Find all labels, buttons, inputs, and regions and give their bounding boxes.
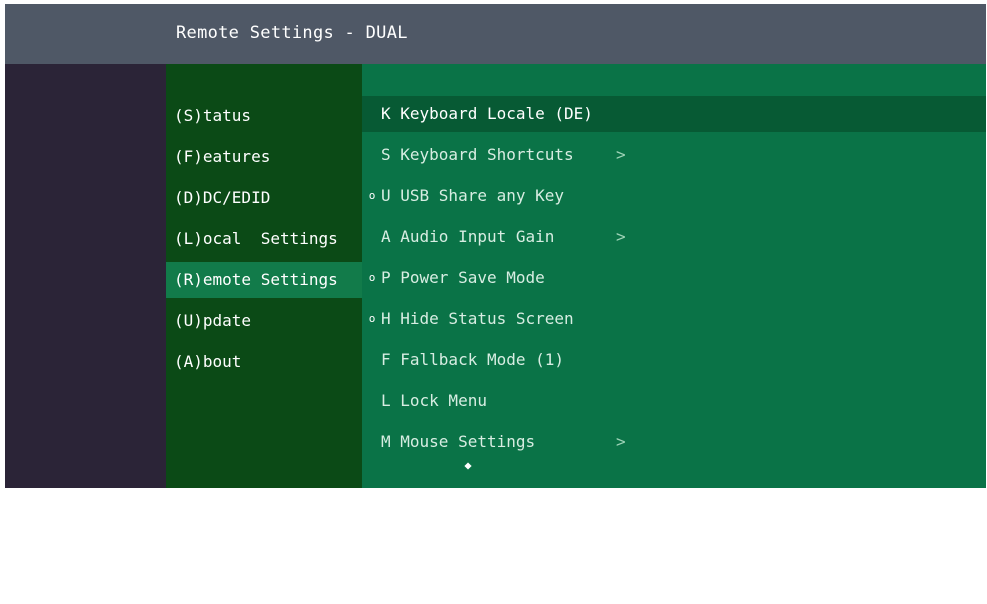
scroll-down-indicator-icon[interactable]: ⯁ <box>462 462 474 476</box>
main-navigation: (S)tatus (F)eatures (D)DC/EDID (L)ocal S… <box>166 64 362 488</box>
chevron-right-icon: > <box>616 432 626 451</box>
menu-item-mouse-settings[interactable]: M Mouse Settings > <box>362 424 986 460</box>
menu-item-audio-input-gain[interactable]: A Audio Input Gain > <box>362 219 986 255</box>
chevron-right-icon: > <box>616 227 626 246</box>
menu-item-label: U USB Share any Key <box>381 186 565 205</box>
menu-item-usb-share-any-key[interactable]: o U USB Share any Key <box>362 178 986 214</box>
nav-item-features[interactable]: (F)eatures <box>166 139 362 175</box>
title-bar: Remote Settings - DUAL <box>5 4 986 64</box>
remote-settings-menu: K Keyboard Locale (DE) S Keyboard Shortc… <box>362 64 986 488</box>
nav-item-about[interactable]: (A)bout <box>166 344 362 380</box>
menu-item-label: K Keyboard Locale (DE) <box>381 104 593 123</box>
menu-item-keyboard-shortcuts[interactable]: S Keyboard Shortcuts > <box>362 137 986 173</box>
circle-bullet-icon: o <box>368 189 376 202</box>
circle-bullet-icon: o <box>368 271 376 284</box>
menu-item-lock-menu[interactable]: L Lock Menu <box>362 383 986 419</box>
circle-bullet-icon: o <box>368 312 376 325</box>
menu-item-label: H Hide Status Screen <box>381 309 574 328</box>
remote-settings-screen: Remote Settings - DUAL (S)tatus (F)eatur… <box>0 0 987 490</box>
menu-item-label: M Mouse Settings <box>381 432 536 451</box>
nav-item-local-settings[interactable]: (L)ocal Settings <box>166 221 362 257</box>
menu-item-power-save-mode[interactable]: o P Power Save Mode <box>362 260 986 296</box>
menu-item-label: A Audio Input Gain <box>381 227 555 246</box>
nav-item-remote-settings[interactable]: (R)emote Settings <box>166 262 362 298</box>
nav-item-update[interactable]: (U)pdate <box>166 303 362 339</box>
left-empty-panel <box>5 64 166 488</box>
nav-item-status[interactable]: (S)tatus <box>166 98 362 134</box>
menu-item-label: L Lock Menu <box>381 391 487 410</box>
nav-item-ddc-edid[interactable]: (D)DC/EDID <box>166 180 362 216</box>
menu-item-label: S Keyboard Shortcuts <box>381 145 574 164</box>
menu-item-fallback-mode[interactable]: F Fallback Mode (1) <box>362 342 986 378</box>
menu-item-hide-status-screen[interactable]: o H Hide Status Screen <box>362 301 986 337</box>
chevron-right-icon: > <box>616 145 626 164</box>
window-title: Remote Settings - DUAL <box>176 23 408 43</box>
menu-item-label: P Power Save Mode <box>381 268 545 287</box>
menu-item-keyboard-locale[interactable]: K Keyboard Locale (DE) <box>362 96 986 132</box>
menu-item-label: F Fallback Mode (1) <box>381 350 565 369</box>
